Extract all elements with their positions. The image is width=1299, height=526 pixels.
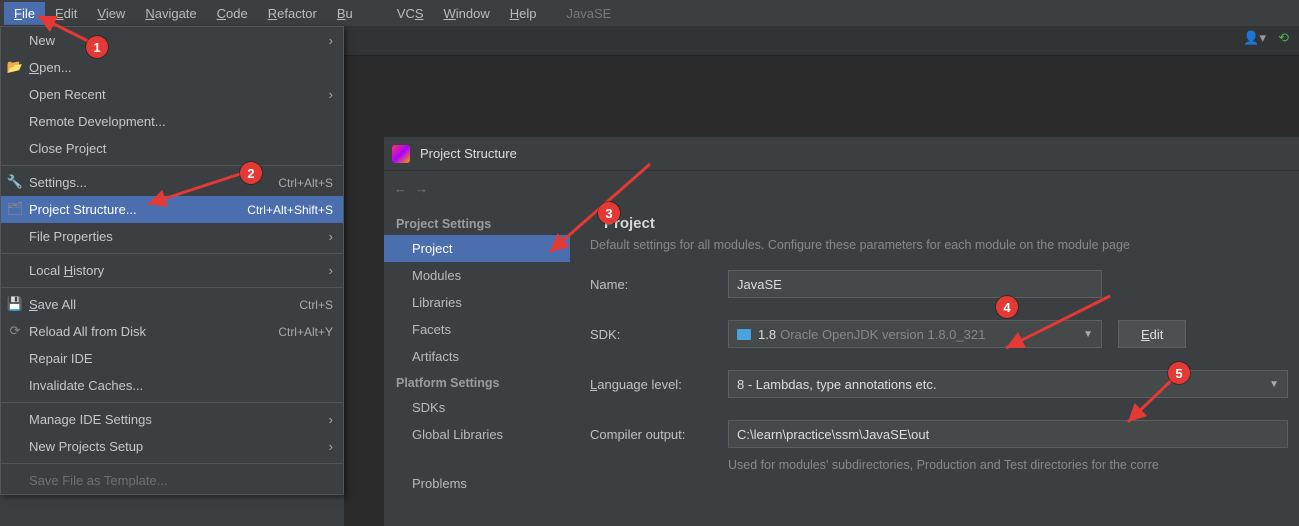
submenu-arrow-icon: › [329, 33, 333, 48]
menu-navigate[interactable]: Navigate [135, 2, 206, 25]
sidebar-item-problems[interactable]: Problems [384, 470, 570, 497]
callout-1: 1 [86, 36, 108, 58]
callout-3: 3 [598, 202, 620, 224]
compiler-output-hint: Used for modules' subdirectories, Produc… [728, 458, 1299, 472]
save-icon: 💾 [7, 296, 23, 312]
project-name-input[interactable] [728, 270, 1102, 298]
sidebar-item-project[interactable]: Project [384, 235, 570, 262]
project-structure-dialog: Project Structure ← → Project Settings P… [384, 136, 1299, 526]
menu-code[interactable]: Code [207, 2, 258, 25]
menu-item-invalidate-caches[interactable]: Invalidate Caches... [1, 372, 343, 399]
menu-separator [1, 402, 343, 403]
menu-help[interactable]: Help [500, 2, 547, 25]
intellij-logo-icon [392, 145, 410, 163]
sidebar-item-sdks[interactable]: SDKs [384, 394, 570, 421]
nav-back-icon[interactable]: ← [394, 181, 407, 196]
nav-arrows: ← → [394, 181, 428, 196]
submenu-arrow-icon: › [329, 229, 333, 244]
menu-item-new-projects-setup[interactable]: New Projects Setup› [1, 433, 343, 460]
sdk-description: Oracle OpenJDK version 1.8.0_321 [780, 327, 985, 342]
chevron-down-icon: ▼ [1083, 329, 1093, 340]
submenu-arrow-icon: › [329, 263, 333, 278]
menu-truncated[interactable]: Bu [327, 2, 363, 25]
submenu-arrow-icon: › [329, 412, 333, 427]
edit-sdk-button[interactable]: Edit [1118, 320, 1186, 348]
menu-item-settings[interactable]: 🔧 Settings...Ctrl+Alt+S [1, 169, 343, 196]
menu-item-save-all[interactable]: 💾 Save AllCtrl+S [1, 291, 343, 318]
project-structure-icon: 🗂 [7, 201, 23, 217]
menu-window[interactable]: Window [434, 2, 500, 25]
menu-item-remote-dev[interactable]: Remote Development... [1, 108, 343, 135]
menu-item-manage-ide-settings[interactable]: Manage IDE Settings› [1, 406, 343, 433]
menu-vcs[interactable]: VCS [387, 2, 434, 25]
sidebar-category: Project Settings [384, 211, 570, 235]
callout-4: 4 [996, 296, 1018, 318]
sdk-label: SDK: [590, 327, 728, 342]
menu-separator [1, 165, 343, 166]
callout-5: 5 [1168, 362, 1190, 384]
dialog-sidebar: Project Settings Project Modules Librari… [384, 207, 570, 526]
dialog-title: Project Structure [420, 146, 517, 161]
menu-item-close-project[interactable]: Close Project [1, 135, 343, 162]
sidebar-item-libraries[interactable]: Libraries [384, 289, 570, 316]
sidebar-item-modules[interactable]: Modules [384, 262, 570, 289]
menu-item-repair-ide[interactable]: Repair IDE [1, 345, 343, 372]
sidebar-item-facets[interactable]: Facets [384, 316, 570, 343]
menubar: File Edit View Navigate Code Refactor Bu… [0, 0, 1299, 26]
menu-separator [1, 287, 343, 288]
chevron-down-icon: ▼ [1269, 379, 1279, 390]
menu-separator [1, 253, 343, 254]
menu-item-new[interactable]: New› [1, 27, 343, 54]
compiler-output-label: Compiler output: [590, 427, 728, 442]
reload-icon: ⟳ [7, 323, 23, 339]
folder-icon [737, 329, 751, 340]
submenu-arrow-icon: › [329, 87, 333, 102]
menu-item-reload[interactable]: ⟳ Reload All from DiskCtrl+Alt+Y [1, 318, 343, 345]
folder-open-icon: 📂 [7, 59, 23, 75]
content-heading: Project [590, 215, 1299, 232]
content-hint: Default settings for all modules. Config… [590, 238, 1299, 252]
menu-item-open[interactable]: 📂 Open... [1, 54, 343, 81]
language-level-label: Language level: [590, 377, 728, 392]
sidebar-item-artifacts[interactable]: Artifacts [384, 343, 570, 370]
file-dropdown-menu: New› 📂 Open... Open Recent› Remote Devel… [0, 26, 344, 495]
nav-forward-icon[interactable]: → [415, 181, 428, 196]
menu-item-open-recent[interactable]: Open Recent› [1, 81, 343, 108]
sidebar-item-global-libraries[interactable]: Global Libraries [384, 421, 570, 448]
menu-item-project-structure[interactable]: 🗂 Project Structure...Ctrl+Alt+Shift+S [1, 196, 343, 223]
menu-edit[interactable]: Edit [45, 2, 87, 25]
menu-separator [1, 463, 343, 464]
sidebar-category: Platform Settings [384, 370, 570, 394]
submenu-arrow-icon: › [329, 439, 333, 454]
menu-item-save-file-as-template: Save File as Template... [1, 467, 343, 494]
menu-item-local-history[interactable]: Local History› [1, 257, 343, 284]
dialog-content: Project Default settings for all modules… [570, 207, 1299, 526]
dialog-titlebar: Project Structure [384, 137, 1299, 171]
menu-file[interactable]: File [4, 2, 45, 25]
sdk-dropdown[interactable]: 1.8 Oracle OpenJDK version 1.8.0_321 ▼ [728, 320, 1102, 348]
language-level-dropdown[interactable]: 8 - Lambdas, type annotations etc. ▼ [728, 370, 1288, 398]
project-name-label: JavaSE [557, 2, 622, 25]
menu-view[interactable]: View [87, 2, 135, 25]
callout-2: 2 [240, 162, 262, 184]
menu-item-file-properties[interactable]: File Properties› [1, 223, 343, 250]
sync-icon[interactable]: ⟲ [1278, 30, 1289, 46]
name-label: Name: [590, 277, 728, 292]
menu-refactor[interactable]: Refactor [258, 2, 327, 25]
user-dropdown-icon[interactable]: 👤▾ [1243, 30, 1266, 46]
wrench-icon: 🔧 [7, 174, 23, 190]
compiler-output-input[interactable] [728, 420, 1288, 448]
sdk-version: 1.8 [758, 327, 776, 342]
